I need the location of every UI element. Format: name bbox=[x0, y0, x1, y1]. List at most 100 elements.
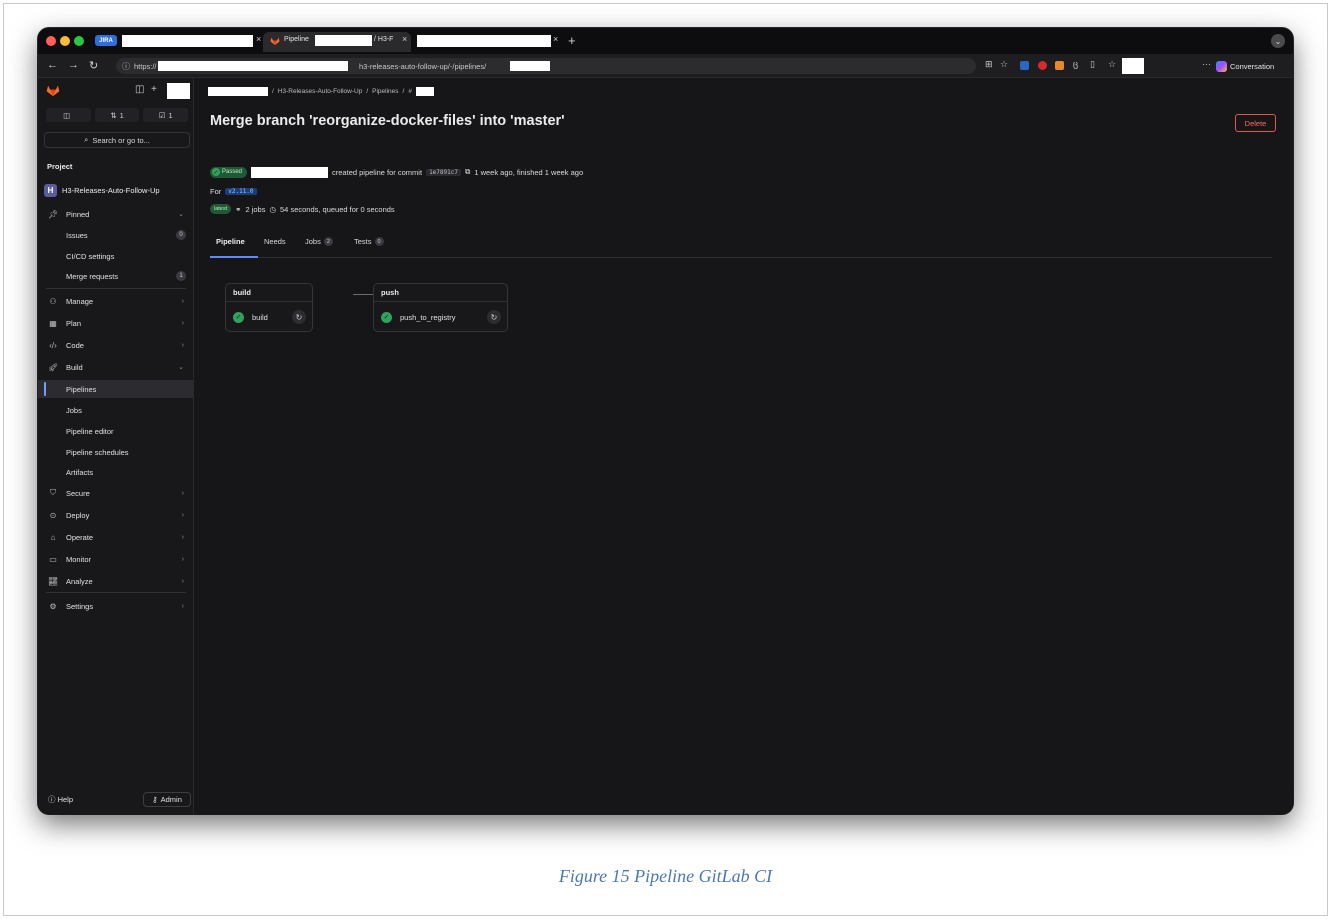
settings-gear-icon: ⚙ bbox=[49, 601, 57, 611]
deploy-icon: ⊙ bbox=[49, 510, 57, 520]
conversation-button[interactable]: Conversation bbox=[1216, 59, 1274, 73]
retry-icon[interactable]: ↻ bbox=[487, 310, 501, 324]
sidebar-item-pipelines[interactable]: Pipelines bbox=[38, 380, 193, 398]
search-icon: ⌕ bbox=[84, 135, 89, 144]
sidebar-counters: ◫ ⇅ 1 ☑ 1 bbox=[44, 108, 190, 122]
sidebar-item-pipeline-editor[interactable]: Pipeline editor bbox=[38, 422, 193, 440]
redacted-url-id bbox=[510, 61, 550, 71]
sidebar-item-issues[interactable]: Issues 0 bbox=[38, 226, 193, 244]
tab-needs[interactable]: Needs bbox=[264, 237, 286, 246]
retry-icon[interactable]: ↻ bbox=[292, 310, 306, 324]
copy-icon[interactable]: ⧉ bbox=[465, 167, 470, 177]
sidebar-item-build[interactable]: 🚀︎ Build ⌄ bbox=[38, 358, 193, 376]
search-button[interactable]: ⌕ Search or go to... bbox=[44, 132, 190, 148]
build-icon: 🚀︎ bbox=[48, 362, 59, 372]
sidebar-item-secure[interactable]: ⛉ Secure › bbox=[38, 484, 193, 502]
redacted-pipeline-id bbox=[415, 86, 434, 96]
tab-close-icon[interactable]: × bbox=[256, 34, 261, 44]
sidebar-item-merge-requests[interactable]: Merge requests 1 bbox=[38, 267, 193, 285]
admin-button[interactable]: ⚷ Admin bbox=[143, 792, 191, 807]
sidebar-item-analyze[interactable]: 📈︎ Analyze › bbox=[38, 572, 193, 590]
sidebar-item-plan[interactable]: ▦ Plan › bbox=[38, 314, 193, 332]
breadcrumb-pipeline-id[interactable]: # bbox=[408, 88, 412, 95]
create-new-icon[interactable]: + bbox=[151, 84, 157, 95]
pipeline-summary-row: latest ⚭ 2 jobs ◷ 54 seconds, queued for… bbox=[210, 203, 395, 215]
gitlab-tab-icon bbox=[270, 37, 280, 45]
sidebar-item-settings[interactable]: ⚙ Settings › bbox=[38, 597, 193, 615]
sidebar-item-operate[interactable]: ⌂ Operate › bbox=[38, 528, 193, 546]
job-name: push_to_registry bbox=[400, 312, 456, 322]
breadcrumb-pipelines[interactable]: Pipelines bbox=[372, 88, 398, 95]
delete-button[interactable]: Delete bbox=[1235, 114, 1276, 132]
tab-close-icon[interactable]: × bbox=[402, 34, 407, 44]
chevron-right-icon: › bbox=[181, 297, 184, 305]
admin-key-icon: ⚷ bbox=[152, 795, 158, 804]
commit-sha[interactable]: 1e7891c7 bbox=[426, 168, 461, 176]
merge-requests-counter[interactable]: ⇅ 1 bbox=[94, 108, 140, 122]
minimize-window-button[interactable] bbox=[60, 36, 70, 46]
tab-tests[interactable]: Tests 0 bbox=[354, 237, 384, 246]
tab-list-chevron-icon[interactable]: ⌄ bbox=[1271, 34, 1285, 48]
sidebar-item-label: Jobs bbox=[66, 405, 82, 415]
job-success-icon: ✓ bbox=[381, 311, 392, 323]
bookmark-star-icon[interactable]: ☆ bbox=[1000, 59, 1008, 70]
sidebar-item-pinned[interactable]: 📌︎ Pinned ⌄ bbox=[38, 205, 193, 223]
sidebar-item-monitor[interactable]: ▭ Monitor › bbox=[38, 550, 193, 568]
url-input[interactable]: ⓘ https:// h3-releases-auto-follow-up/-/… bbox=[116, 58, 976, 74]
sidebar-item-label: Monitor bbox=[66, 554, 92, 564]
clock-icon: ◷ bbox=[269, 204, 277, 214]
sidebar-item-artifacts[interactable]: Artifacts bbox=[38, 463, 193, 481]
issues-counter[interactable]: ◫ bbox=[46, 108, 91, 122]
favorites-icon[interactable]: ☆ bbox=[1108, 59, 1116, 70]
tab-close-icon[interactable]: × bbox=[553, 34, 558, 44]
check-circle-icon: ✓ bbox=[212, 168, 220, 176]
more-menu-icon[interactable]: ··· bbox=[1202, 59, 1211, 69]
help-button[interactable]: ⓘ Help bbox=[48, 794, 73, 805]
ref-tag[interactable]: v2.11.0 bbox=[225, 187, 257, 195]
reload-icon[interactable]: ↻ bbox=[89, 59, 98, 72]
url-prefix: https:// bbox=[134, 61, 157, 71]
zoom-window-button[interactable] bbox=[74, 36, 84, 46]
help-label: Help bbox=[57, 795, 74, 804]
tab-pipeline-graph[interactable]: Pipeline bbox=[216, 237, 245, 246]
sidebar-item-cicd-settings[interactable]: CI/CD settings bbox=[38, 247, 193, 265]
sidebar-item-manage[interactable]: ⚇ Manage › bbox=[38, 292, 193, 310]
tab-count: 2 bbox=[323, 237, 333, 246]
todos-counter[interactable]: ☑ 1 bbox=[143, 108, 189, 122]
analyze-icon: 📈︎ bbox=[48, 576, 59, 586]
back-arrow-icon[interactable]: ← bbox=[47, 59, 58, 71]
extensions-puzzle-icon[interactable]: ც bbox=[1073, 59, 1078, 70]
sidebar-item-label: Deploy bbox=[66, 510, 90, 520]
breadcrumb-separator: / bbox=[272, 87, 274, 95]
job-build[interactable]: ✓ build bbox=[233, 309, 268, 325]
sidebar-item-code[interactable]: ‹/› Code › bbox=[38, 336, 193, 354]
project-avatar: H bbox=[44, 183, 57, 197]
extension-icon[interactable] bbox=[1020, 61, 1029, 70]
sidebar-item-jobs[interactable]: Jobs bbox=[38, 401, 193, 419]
stage-connector bbox=[353, 294, 373, 295]
tab-strip: JIRA × Pipeline / H3-F × × + ⌄ bbox=[38, 28, 1293, 54]
forward-arrow-icon[interactable]: → bbox=[68, 59, 79, 71]
status-badge[interactable]: ✓ Passed bbox=[210, 166, 248, 178]
active-tab-indicator bbox=[210, 256, 258, 258]
breadcrumb-project[interactable]: H3-Releases-Auto-Follow-Up bbox=[278, 88, 363, 95]
translate-icon[interactable]: ⊞ bbox=[985, 59, 993, 70]
tab-jira-chip[interactable]: JIRA bbox=[95, 35, 117, 46]
tab-jobs[interactable]: Jobs 2 bbox=[305, 237, 333, 246]
sidebar-item-deploy[interactable]: ⊙ Deploy › bbox=[38, 506, 193, 524]
breadcrumb-separator: / bbox=[402, 87, 405, 95]
job-push-to-registry[interactable]: ✓ push_to_registry bbox=[381, 309, 455, 325]
extension-icon[interactable] bbox=[1038, 61, 1047, 70]
extension-icon[interactable] bbox=[1055, 61, 1064, 70]
gitlab-logo-icon[interactable] bbox=[46, 84, 60, 97]
job-name: build bbox=[252, 312, 268, 322]
sidebar-item-pipeline-schedules[interactable]: Pipeline schedules bbox=[38, 443, 193, 461]
split-view-icon[interactable]: ▯ bbox=[1090, 59, 1095, 70]
sidebar-item-label: Manage bbox=[66, 296, 94, 306]
collapse-sidebar-icon[interactable]: ◫ bbox=[135, 84, 144, 95]
new-tab-button[interactable]: + bbox=[568, 33, 576, 48]
close-window-button[interactable] bbox=[46, 36, 56, 46]
project-link[interactable]: H H3-Releases-Auto-Follow-Up bbox=[44, 182, 192, 198]
site-info-icon[interactable]: ⓘ bbox=[122, 61, 130, 72]
sidebar-item-label: Code bbox=[66, 340, 84, 350]
